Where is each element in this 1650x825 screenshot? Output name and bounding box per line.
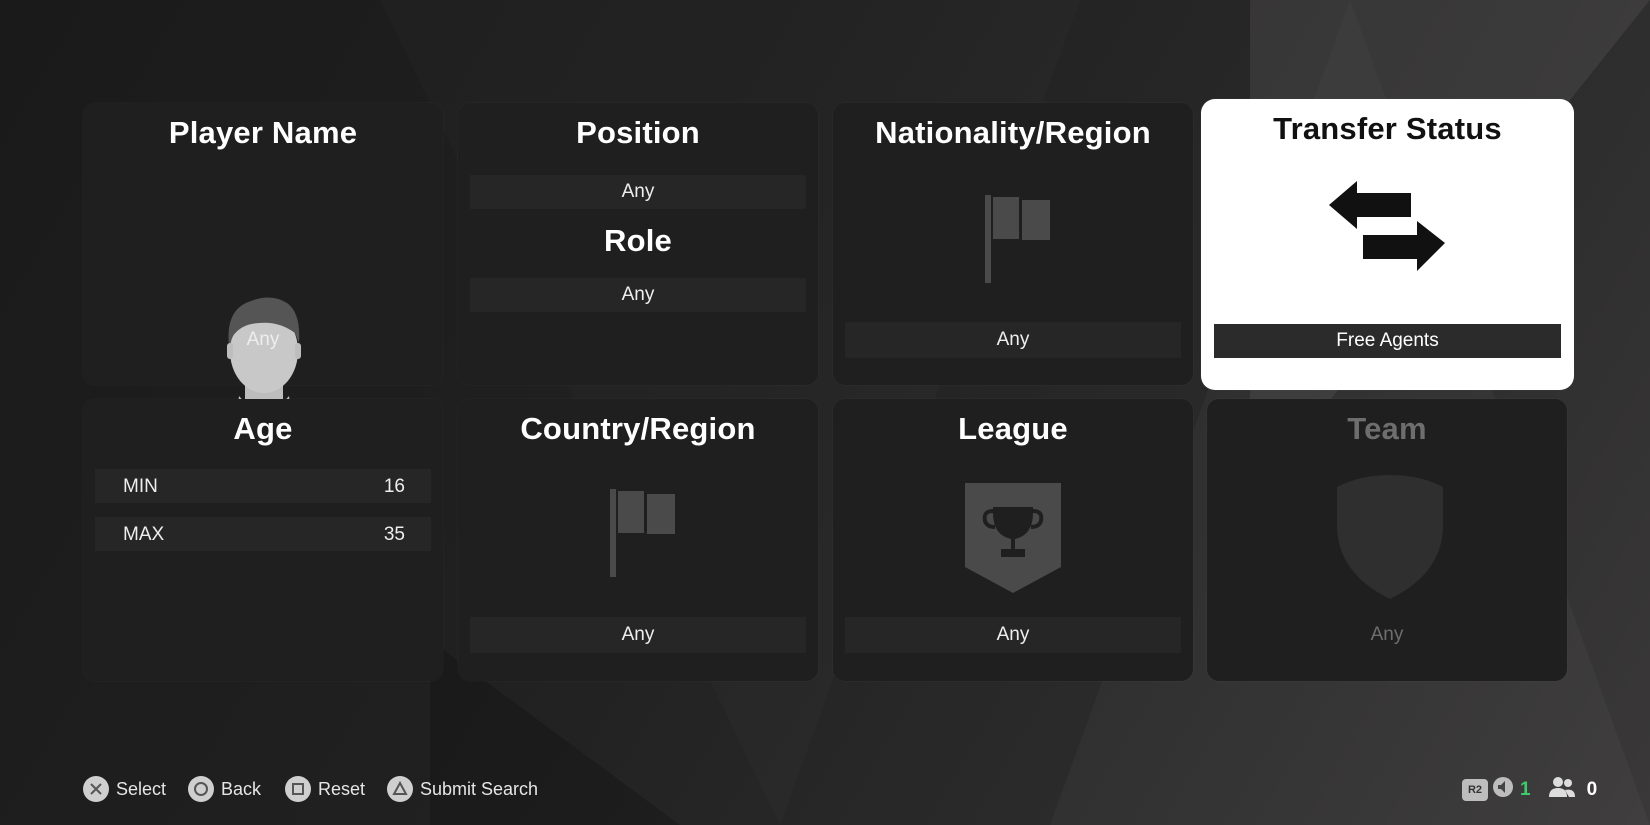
speaker-icon xyxy=(1492,776,1514,804)
circle-button-icon xyxy=(188,776,214,802)
select-label: Select xyxy=(116,778,167,799)
age-min-value: 16 xyxy=(383,476,405,497)
speaker-count: 1 xyxy=(1520,779,1531,800)
card-title: Country/Region xyxy=(520,411,756,446)
age-min-row[interactable]: MIN 16 xyxy=(95,469,431,503)
nationality-card[interactable]: Nationality/Region Any xyxy=(833,103,1193,385)
flag-icon xyxy=(610,489,675,577)
cross-button-icon xyxy=(83,776,109,802)
age-max-row[interactable]: MAX 35 xyxy=(95,517,431,551)
card-title: Player Name xyxy=(168,115,358,150)
reset-hint[interactable]: Reset xyxy=(285,776,365,802)
players-count: 0 xyxy=(1586,779,1598,800)
r2-button-icon: R2 xyxy=(1462,779,1488,801)
card-title: Transfer Status xyxy=(1273,111,1502,146)
submit-search-label: Submit Search xyxy=(420,778,539,799)
country-card[interactable]: Country/Region Any xyxy=(458,399,818,681)
trophy-badge-icon xyxy=(965,483,1061,593)
league-value: Any xyxy=(845,617,1181,653)
age-card[interactable]: Age MIN 16 MAX 35 xyxy=(83,399,443,681)
card-title: League xyxy=(958,411,1068,446)
age-max-label: MAX xyxy=(123,524,165,545)
role-value[interactable]: Any xyxy=(470,278,806,312)
role-title: Role xyxy=(604,223,672,258)
transfer-arrows-icon xyxy=(1329,181,1445,271)
player-name-card[interactable]: Player Name Any xyxy=(83,103,443,426)
card-title: Position xyxy=(576,115,700,150)
player-name-value: Any xyxy=(246,329,280,350)
triangle-button-icon xyxy=(387,776,413,802)
back-hint[interactable]: Back xyxy=(188,776,261,802)
status-bar: R2 1 0 xyxy=(1462,776,1597,804)
country-value: Any xyxy=(470,617,806,653)
transfer-status-card[interactable]: Transfer Status Free Agents xyxy=(1201,99,1574,390)
square-button-icon xyxy=(285,776,311,802)
league-card[interactable]: League Any xyxy=(833,399,1193,681)
players-icon xyxy=(1548,776,1575,804)
team-value: Any xyxy=(1370,624,1404,645)
team-crest-icon xyxy=(1337,475,1443,599)
card-title: Team xyxy=(1347,411,1427,446)
age-min-label: MIN xyxy=(123,476,158,497)
select-hint[interactable]: Select xyxy=(83,776,166,802)
nationality-value: Any xyxy=(845,322,1181,358)
flag-icon xyxy=(985,195,1050,283)
submit-search-hint[interactable]: Submit Search xyxy=(387,776,538,802)
age-max-value: 35 xyxy=(383,524,405,545)
back-label: Back xyxy=(221,778,262,799)
team-card: Team Any xyxy=(1207,399,1567,681)
position-card[interactable]: Position Any Role Any xyxy=(458,103,818,385)
position-value[interactable]: Any xyxy=(470,175,806,209)
transfer-status-value[interactable]: Free Agents xyxy=(1214,324,1561,358)
reset-label: Reset xyxy=(318,778,366,799)
card-title: Age xyxy=(233,411,293,446)
card-title: Nationality/Region xyxy=(875,115,1151,150)
